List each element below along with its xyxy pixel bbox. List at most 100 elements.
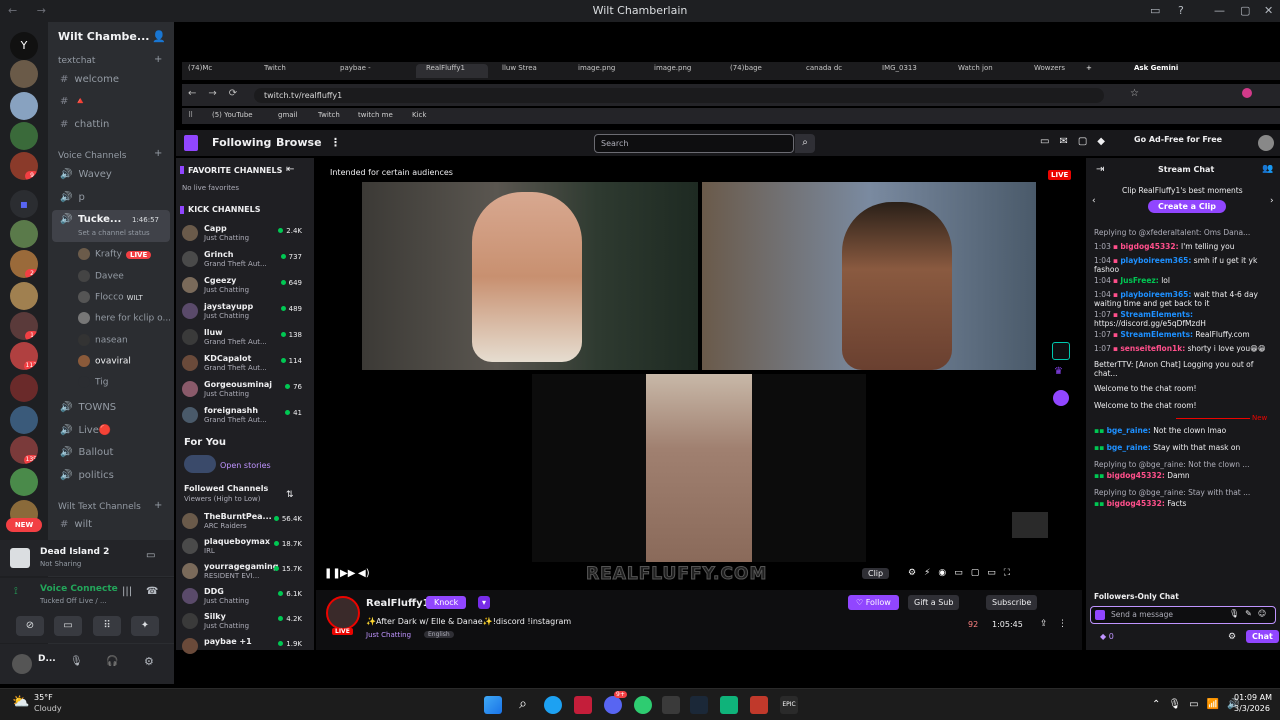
audience-label[interactable]: Intended for certain audiences xyxy=(330,168,453,177)
chat-message[interactable]: Replying to @bge_raine: Stay with that .… xyxy=(1094,488,1270,497)
username[interactable]: StreamElements: xyxy=(1120,330,1193,339)
add-channel-icon[interactable]: + xyxy=(154,54,162,65)
category-textchat[interactable]: textchat xyxy=(58,56,95,66)
close-icon[interactable]: ✕ xyxy=(1264,4,1273,17)
browser-tab[interactable]: image.png xyxy=(644,64,716,78)
side-channel[interactable]: TheBurntPea... ARC Raiders 56.4K xyxy=(180,510,308,532)
chat-message[interactable]: Replying to @xfederaltalent: Oms Dana... xyxy=(1094,228,1270,237)
chat-message[interactable]: Welcome to the chat room! xyxy=(1094,384,1270,393)
more-icon[interactable]: ⋮ xyxy=(1058,619,1067,629)
app-icon[interactable] xyxy=(574,696,592,714)
chat-message[interactable]: 1:04 ▪ playboireem365: wait that 4-6 day … xyxy=(1094,290,1270,308)
input-icons[interactable]: 🎙✎☺ xyxy=(1229,609,1272,618)
chat-message[interactable]: BetterTTV: [Anon Chat] Logging you out o… xyxy=(1094,360,1270,378)
extension-icon[interactable] xyxy=(1052,342,1070,360)
voice-user[interactable]: ovaviral xyxy=(78,355,131,367)
share-icon[interactable]: ⇪ xyxy=(1040,619,1048,629)
username[interactable]: playboireem365: xyxy=(1120,256,1191,265)
screen-icon[interactable]: ▭ xyxy=(54,616,82,636)
search-input[interactable]: Search xyxy=(594,134,794,153)
skip-icon[interactable]: ▶▶ xyxy=(340,568,355,579)
app-icon[interactable] xyxy=(750,696,768,714)
maximize-icon[interactable]: ▢ xyxy=(1240,4,1250,17)
username[interactable]: senseiteflon1k: xyxy=(1120,344,1185,353)
volume-icon[interactable]: ◀) xyxy=(358,568,370,579)
username[interactable]: bigdog45332: xyxy=(1107,499,1165,508)
channel-chattin[interactable]: # chattin xyxy=(60,119,109,130)
channel-wilt[interactable]: # wilt xyxy=(60,519,92,530)
avatar[interactable] xyxy=(12,654,32,674)
prev-icon[interactable]: ‹ xyxy=(1092,196,1096,206)
xbox-icon[interactable] xyxy=(662,696,680,714)
help-icon[interactable]: ? xyxy=(1178,4,1184,17)
users-icon[interactable]: 👥 xyxy=(1262,164,1273,174)
chat-message[interactable]: Welcome to the chat room! xyxy=(1094,401,1270,410)
chat-settings-icon[interactable]: ⚙ xyxy=(1228,632,1236,642)
side-channel[interactable]: KDCapalot Grand Theft Aut... 114 xyxy=(180,352,308,374)
more-icon[interactable]: ⋮ xyxy=(330,136,341,149)
chat-message[interactable]: ▪▪ bge_raine: Stay with that mask on xyxy=(1094,443,1270,452)
clock-date[interactable]: 3/3/2026 xyxy=(1234,704,1270,713)
server-icon[interactable] xyxy=(10,60,38,88)
voice-user[interactable]: nasean xyxy=(78,334,128,346)
chat-message[interactable]: 1:07 ▪ StreamElements: RealFluffy.com xyxy=(1094,330,1270,339)
discord-icon[interactable] xyxy=(604,696,622,714)
next-icon[interactable]: › xyxy=(1270,196,1274,206)
chat-message[interactable]: 1:07 ▪ StreamElements: https://discord.gg… xyxy=(1094,310,1270,328)
side-channel[interactable]: lluw Grand Theft Aut... 138 xyxy=(180,326,308,348)
bookmark[interactable]: (5) YouTube xyxy=(212,111,253,119)
voice-user[interactable]: Davee xyxy=(78,270,124,282)
epic-icon[interactable]: EPIC xyxy=(780,696,798,714)
folder-icon[interactable]: ▪ xyxy=(10,190,38,218)
browser-tab[interactable]: IMG_0313 xyxy=(872,64,944,78)
language-tag[interactable]: English xyxy=(424,631,454,638)
server-name[interactable]: Wilt Chambe... xyxy=(58,30,149,43)
server-icon[interactable] xyxy=(10,92,38,120)
create-clip-button[interactable]: Create a Clip xyxy=(1148,200,1226,213)
username[interactable]: playboireem365: xyxy=(1120,290,1191,299)
browser-tab[interactable]: Twitch xyxy=(264,64,336,78)
username[interactable]: bigdog45332: xyxy=(1107,471,1165,480)
video-player[interactable]: Intended for certain audiences LIVE REAL… xyxy=(316,158,1082,588)
add-channel-icon[interactable]: + xyxy=(154,500,162,511)
subscribe-button[interactable]: Subscribe xyxy=(986,595,1038,610)
twitch-logo-icon[interactable] xyxy=(184,135,198,151)
server-icon[interactable]: 1 xyxy=(10,312,38,340)
search-icon[interactable]: ⌕ xyxy=(795,134,815,153)
soundboard-icon[interactable]: ✦ xyxy=(131,616,159,636)
chat-message[interactable]: Replying to @bge_raine: Not the clown ..… xyxy=(1094,460,1270,469)
server-icon[interactable]: 2 xyxy=(10,250,38,278)
side-channel[interactable]: foreignashh Grand Theft Aut... 41 xyxy=(180,404,308,426)
voice-user[interactable]: Krafty LIVE xyxy=(78,248,152,260)
screen-share-icon[interactable]: ▭ xyxy=(146,550,155,561)
app-icon[interactable] xyxy=(720,696,738,714)
new-tab-icon[interactable]: + xyxy=(1086,64,1098,78)
headphones-icon[interactable]: 🎧 xyxy=(106,656,118,667)
chat-message[interactable]: 1:04 ▪ JusFreez: lol xyxy=(1094,276,1270,285)
edge-icon[interactable] xyxy=(544,696,562,714)
browser-tab[interactable]: paybae - xyxy=(340,64,412,78)
browser-tab[interactable]: Watch jon xyxy=(948,64,1020,78)
mini-preview[interactable] xyxy=(1012,512,1048,538)
category-voice[interactable]: Voice Channels xyxy=(58,151,126,161)
chat-send-button[interactable]: Chat xyxy=(1246,630,1279,643)
voice-channel-ballout[interactable]: 🔊 Ballout xyxy=(60,447,113,458)
add-friend-icon[interactable]: 👤 xyxy=(152,30,166,43)
category-link[interactable]: Just Chatting xyxy=(366,631,411,639)
chat-input[interactable]: Send a message 🎙✎☺ xyxy=(1090,606,1276,624)
noise-icon[interactable]: ||| xyxy=(122,586,132,597)
notification-icons[interactable]: ▭✉▢◆ xyxy=(1040,136,1115,147)
apps-icon[interactable]: ⠿ xyxy=(188,111,193,119)
bookmark[interactable]: Kick xyxy=(412,111,426,119)
server-icon[interactable] xyxy=(10,282,38,310)
voice-channel-live[interactable]: 🔊 Live🔴 xyxy=(60,425,111,436)
gear-icon[interactable]: ⚙ xyxy=(144,655,154,668)
channel-welcome[interactable]: # welcome xyxy=(60,74,119,85)
server-icon[interactable]: 135 xyxy=(10,436,38,464)
add-channel-icon[interactable]: + xyxy=(154,148,162,159)
browser-tab[interactable]: image.png xyxy=(568,64,640,78)
bookmark[interactable]: gmail xyxy=(278,111,297,119)
chat-message[interactable]: ▪▪ bigdog45332: Facts xyxy=(1094,499,1270,508)
browser-tab[interactable]: lluw Strea xyxy=(492,64,564,78)
server-icon[interactable]: 112 xyxy=(10,342,38,370)
